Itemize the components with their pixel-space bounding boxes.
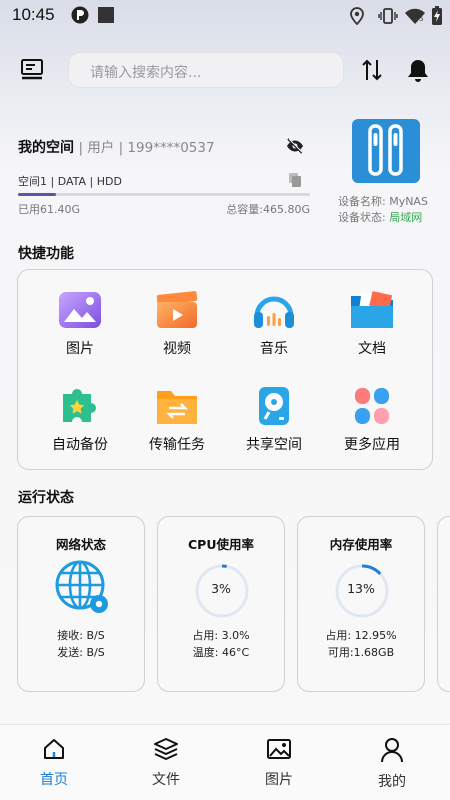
network-card-title: 网络状态 [55,537,106,552]
network-recv: 接收: B/S [57,629,105,642]
memory-usage-card[interactable]: 内存使用率 13% 占用: 12.95% 可用:1.68GB [297,516,425,692]
memory-stats: 占用: 12.95% 可用:1.68GB [298,627,424,661]
quick-item-videos[interactable]: 视频 [129,290,225,358]
quick-item-photos[interactable]: 图片 [32,290,128,358]
quick-item-label: 传输任务 [149,437,205,453]
search-input[interactable]: 请输入搜索内容... [68,52,344,88]
device-status-value: 局域网 [389,211,423,224]
next-status-card-peek[interactable] [437,516,450,692]
user-label: | 用户 | 199****0537 [78,140,215,156]
nav-label: 我的 [378,774,406,790]
network-stats: 接收: B/S 发送: B/S [18,627,144,661]
quick-item-label: 音乐 [260,341,288,357]
space-title-row: 我的空间 | 用户 | 199****0537 [18,136,215,157]
top-header: 请输入搜索内容... [0,48,450,92]
quick-item-label: 共享空间 [246,437,302,453]
device-status-label: 设备状态: [338,211,390,224]
quick-item-shared-space[interactable]: 共享空间 [226,386,322,454]
more-apps-grid-icon [355,388,389,424]
quick-item-documents[interactable]: 文档 [324,290,420,358]
location-icon [350,7,364,25]
shared-disk-icon [259,387,289,425]
copy-icon[interactable] [288,172,302,188]
video-clapper-icon [156,291,198,328]
nav-label: 文件 [152,772,180,788]
run-status-title: 运行状态 [18,490,74,506]
nav-photos[interactable]: 图片 [239,737,319,789]
total-storage: 总容量:465.80G [226,203,310,216]
memory-card-title: 内存使用率 [329,537,393,552]
network-status-card[interactable]: 网络状态 接收: B/S 发送: B/S [17,516,145,692]
nav-label: 图片 [265,772,293,788]
files-stack-icon [154,738,178,760]
quick-item-label: 图片 [66,341,94,357]
status-time: 10:45 [12,5,55,24]
storage-usage-bar [18,193,310,196]
status-bar: 10:45 5 [0,0,450,32]
quick-item-label: 更多应用 [344,437,400,453]
cpu-percent: 3% [211,581,231,596]
vibrate-icon [378,8,398,24]
device-status: 设备状态: 局域网 [338,209,422,225]
menu-list-icon[interactable] [20,58,44,82]
folder-documents-icon [351,291,393,328]
quick-item-label: 文档 [358,341,386,357]
quick-item-transfer-tasks[interactable]: 传输任务 [129,386,225,454]
quick-item-music[interactable]: 音乐 [226,290,322,358]
cpu-card-title: CPU使用率 [188,537,254,552]
quick-item-more-apps[interactable]: 更多应用 [324,386,420,454]
hide-eye-icon[interactable] [286,138,304,154]
nas-server-icon [368,124,403,176]
cpu-stats: 占用: 3.0% 温度: 46°C [158,627,284,661]
battery-charging-icon [432,6,442,25]
wifi-badge: 5 [419,15,424,23]
home-icon [44,739,64,759]
headphones-icon [254,296,294,328]
used-storage: 已用61.40G [18,203,81,216]
cpu-usage: 占用: 3.0% [192,629,250,642]
quick-item-label: 自动备份 [52,437,108,453]
network-send: 发送: B/S [57,646,105,659]
device-name: 设备名称: MyNAS [338,195,428,208]
nas-device-logo[interactable] [352,119,420,183]
bottom-navigation: 首页 文件 图片 我的 [0,724,450,800]
network-globe-icon [55,560,108,613]
nav-profile[interactable]: 我的 [352,737,432,791]
cpu-temp: 温度: 46°C [192,646,250,659]
app-notification-icon [71,6,89,24]
memory-available: 可用:1.68GB [327,646,395,659]
storage-usage-fill [18,193,56,196]
quick-functions-title: 快捷功能 [18,246,74,262]
cpu-usage-card[interactable]: CPU使用率 3% 占用: 3.0% 温度: 46°C [157,516,285,692]
quick-item-auto-backup[interactable]: 自动备份 [32,386,128,454]
volume-info: 空间1 | DATA | HDD [18,175,122,188]
memory-usage: 占用: 12.95% [325,629,397,642]
quick-functions-panel: 图片 视频 音乐 文档 自动备份 传输任务 共享空间 更多应用 [17,269,433,470]
nav-files[interactable]: 文件 [126,737,206,789]
square-notification-icon [98,7,114,23]
transfer-folder-icon [157,391,197,424]
quick-item-label: 视频 [163,341,191,357]
memory-percent: 13% [347,581,375,596]
image-icon [267,739,291,759]
photo-gallery-icon [59,292,101,328]
bell-icon[interactable] [406,58,430,83]
up-down-arrows-icon[interactable] [361,58,383,82]
nav-label: 首页 [40,772,68,788]
puzzle-backup-icon [63,389,96,422]
user-profile-icon [381,738,403,763]
space-title: 我的空间 [18,140,74,156]
nav-home[interactable]: 首页 [14,737,94,789]
